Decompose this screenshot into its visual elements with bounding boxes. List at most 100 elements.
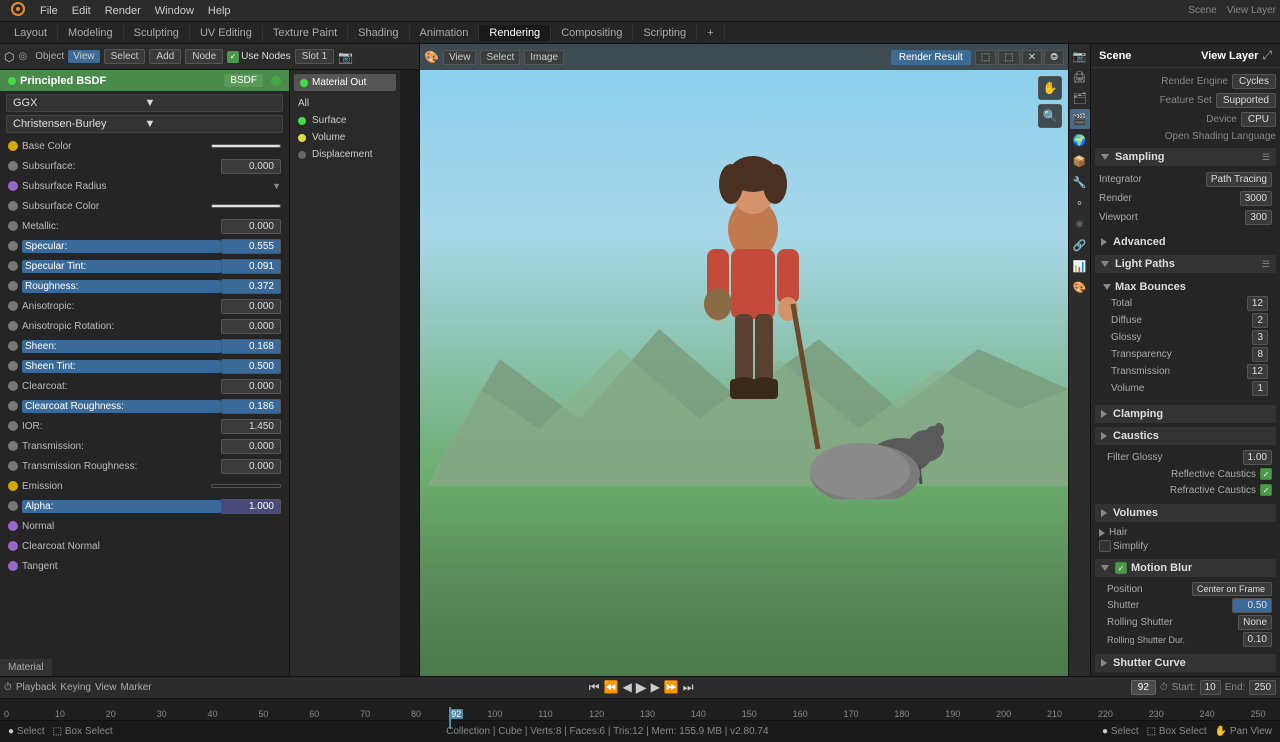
mat-output-displacement[interactable]: Displacement <box>294 146 396 163</box>
menu-render[interactable]: Render <box>99 3 147 19</box>
menu-blender[interactable] <box>4 0 32 22</box>
view-btn[interactable]: Object <box>35 51 64 62</box>
prop-icon-scene[interactable]: 🎬 <box>1070 109 1090 129</box>
prop-icon-data[interactable]: 📊 <box>1070 256 1090 276</box>
props-expand-icon[interactable]: ⤢ <box>1262 48 1272 63</box>
mat-output-all[interactable]: All <box>294 95 396 112</box>
sampling-list-icon[interactable]: ☰ <box>1262 152 1270 163</box>
refractive-caustics-checkbox[interactable]: ✓ <box>1260 484 1272 496</box>
start-frame[interactable]: 10 <box>1200 680 1221 695</box>
play-step-back-btn[interactable]: ◀ <box>623 680 632 694</box>
viewport-samples-value[interactable]: 300 <box>1245 210 1272 225</box>
prop-icon-render[interactable]: 📷 <box>1070 46 1090 66</box>
viewport-image-btn[interactable]: Image <box>524 50 564 65</box>
alpha-value[interactable]: 1.000 <box>221 499 281 514</box>
emission-value[interactable] <box>211 484 281 488</box>
playback-label[interactable]: Playback <box>16 682 57 693</box>
mat-output-surface[interactable]: Surface <box>294 112 396 129</box>
motion-blur-checkbox[interactable]: ✓ <box>1115 562 1127 574</box>
tab-texture-paint[interactable]: Texture Paint <box>263 25 348 41</box>
device-value[interactable]: CPU <box>1241 112 1276 127</box>
end-frame[interactable]: 250 <box>1249 680 1276 695</box>
play-btn[interactable]: ▶ <box>636 679 647 696</box>
tab-scripting[interactable]: Scripting <box>633 25 697 41</box>
menu-edit[interactable]: Edit <box>66 3 97 19</box>
viewport-view-btn[interactable]: View <box>443 50 477 65</box>
volumes-header[interactable]: Volumes <box>1095 504 1276 522</box>
play-next-btn[interactable]: ⏩ <box>664 680 679 694</box>
timeline-track[interactable]: 0 10 20 30 40 50 60 70 80 92 100 110 120… <box>0 699 1280 720</box>
play-prev-btn[interactable]: ⏪ <box>604 680 619 694</box>
timeline-type-icon[interactable]: ⏱ <box>4 682 12 693</box>
subsurface-value[interactable]: 0.000 <box>221 159 281 174</box>
feature-set-value[interactable]: Supported <box>1216 93 1276 108</box>
prop-icon-physics[interactable]: ⚛ <box>1070 214 1090 234</box>
viewport-type-icon[interactable]: 🎨 <box>424 50 439 64</box>
editor-type-icon[interactable]: ⬡ <box>4 50 14 64</box>
integrator-value[interactable]: Path Tracing <box>1206 172 1272 187</box>
subsurface-color-value[interactable] <box>211 204 281 208</box>
keying-label[interactable]: Keying <box>60 682 91 693</box>
bounce-total-value[interactable]: 12 <box>1247 296 1268 311</box>
prop-icon-view-layer[interactable]: 🗂 <box>1070 88 1090 108</box>
editor-mode[interactable]: ◎ <box>18 51 27 62</box>
prop-icon-modifier[interactable]: 🔧 <box>1070 172 1090 192</box>
prop-icon-world[interactable]: 🌍 <box>1070 130 1090 150</box>
rolling-shutter-dur-value[interactable]: 0.10 <box>1243 632 1272 647</box>
ior-value[interactable]: 1.450 <box>221 419 281 434</box>
caustics-header[interactable]: Caustics <box>1095 427 1276 445</box>
add-btn[interactable]: Add <box>149 49 181 64</box>
viewport-select-btn[interactable]: Select <box>480 50 520 65</box>
view-label-tl[interactable]: View <box>95 682 117 693</box>
menu-window[interactable]: Window <box>149 3 200 19</box>
sheen-tint-value[interactable]: 0.500 <box>221 359 281 374</box>
subsurface-method-dropdown[interactable]: Christensen-Burley ▼ <box>6 115 283 133</box>
sampling-header[interactable]: Sampling ☰ <box>1095 148 1276 166</box>
select-btn[interactable]: Select <box>104 49 146 64</box>
tab-shading[interactable]: Shading <box>348 25 409 41</box>
camera-icon[interactable]: 📷 <box>338 50 353 64</box>
render-result-btn[interactable]: Render Result <box>891 50 971 65</box>
node-btn[interactable]: Node <box>185 49 223 64</box>
prop-icon-object[interactable]: 📦 <box>1070 151 1090 171</box>
tab-animation[interactable]: Animation <box>410 25 480 41</box>
play-end-btn[interactable]: ⏭ <box>683 680 694 695</box>
prop-icon-output[interactable]: 🖨 <box>1070 67 1090 87</box>
bounce-transmission-value[interactable]: 12 <box>1247 364 1268 379</box>
tab-modeling[interactable]: Modeling <box>58 25 124 41</box>
clearcoat-value[interactable]: 0.000 <box>221 379 281 394</box>
tab-add[interactable]: + <box>697 25 724 41</box>
tab-layout[interactable]: Layout <box>4 25 58 41</box>
viewport-hand-icon[interactable]: ✋ <box>1038 76 1062 100</box>
tab-rendering[interactable]: Rendering <box>479 25 551 41</box>
menu-file[interactable]: File <box>34 3 64 19</box>
view-label[interactable]: View <box>68 50 100 63</box>
rolling-shutter-value[interactable]: None <box>1238 615 1272 630</box>
light-paths-list-icon[interactable]: ☰ <box>1262 259 1270 270</box>
menu-help[interactable]: Help <box>202 3 237 19</box>
tab-compositing[interactable]: Compositing <box>551 25 633 41</box>
render-btn-3[interactable]: ✕ <box>1022 50 1042 65</box>
roughness-value[interactable]: 0.372 <box>221 279 281 294</box>
viewport-zoom-icon[interactable]: 🔍 <box>1038 104 1062 128</box>
anisotropic-value[interactable]: 0.000 <box>221 299 281 314</box>
tab-uv-editing[interactable]: UV Editing <box>190 25 263 41</box>
advanced-header[interactable]: Advanced <box>1095 233 1276 251</box>
render-btn-4[interactable]: ⭗ <box>1044 50 1064 65</box>
marker-label[interactable]: Marker <box>120 682 151 693</box>
prop-icon-material[interactable]: 🎨 <box>1070 277 1090 297</box>
transmission-value[interactable]: 0.000 <box>221 439 281 454</box>
render-btn-1[interactable]: ⬚ <box>975 50 996 65</box>
distribution-dropdown[interactable]: GGX ▼ <box>6 94 283 112</box>
position-value[interactable]: Center on Frame <box>1192 582 1272 596</box>
material-tab[interactable]: Material <box>0 659 52 676</box>
filter-glossy-value[interactable]: 1.00 <box>1243 450 1272 465</box>
render-btn-2[interactable]: ⬚ <box>998 50 1019 65</box>
use-nodes-toggle[interactable]: ✓ Use Nodes <box>227 51 290 63</box>
shutter-curve-header[interactable]: Shutter Curve <box>1095 654 1276 672</box>
render-engine-value[interactable]: Cycles <box>1232 74 1276 89</box>
slot-btn[interactable]: Slot 1 <box>295 49 335 64</box>
specular-value[interactable]: 0.555 <box>221 239 281 254</box>
prop-icon-particles[interactable]: ⚬ <box>1070 193 1090 213</box>
light-paths-header[interactable]: Light Paths ☰ <box>1095 255 1276 273</box>
